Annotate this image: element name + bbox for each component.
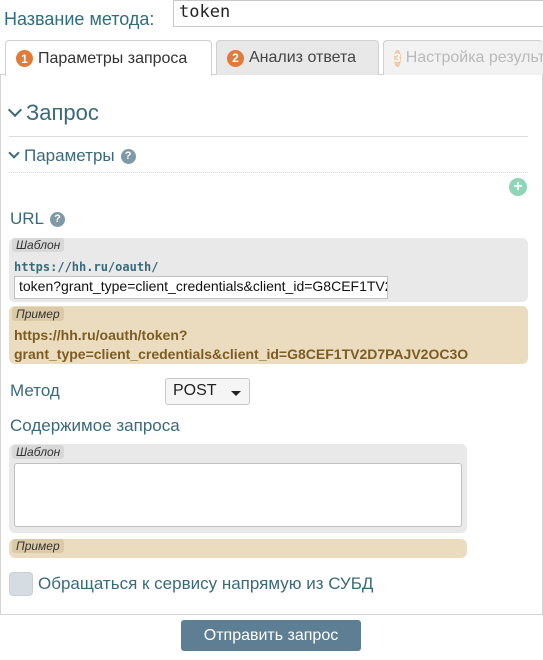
params-section-title: Параметры (24, 146, 115, 165)
add-parameter-button[interactable]: + (509, 178, 527, 196)
method-name-label: Название метода: (4, 8, 155, 29)
template-label: Шаблон (12, 238, 65, 252)
example-label: Пример (12, 539, 64, 553)
tab-label: Настройка результатов (405, 49, 543, 66)
chevron-down-icon (8, 147, 20, 159)
tab-response-analysis[interactable]: 2 Анализ ответа (216, 40, 379, 75)
direct-call-row[interactable]: Обращаться к сервису напрямую из СУБД (9, 572, 373, 596)
method-name-row: Название метода: (4, 5, 160, 33)
direct-call-label: Обращаться к сервису напрямую из СУБД (38, 574, 374, 593)
step-number-badge: 3 (394, 49, 401, 67)
divider (9, 172, 528, 173)
url-label: URL (10, 209, 45, 228)
http-method-select[interactable]: POST (165, 378, 250, 405)
help-icon[interactable]: ? (50, 211, 66, 227)
body-example-box (9, 539, 467, 558)
chevron-down-icon (7, 102, 23, 118)
tab-label: Анализ ответа (249, 49, 357, 66)
url-template-input[interactable]: token?grant_type=client_credentials&clie… (14, 276, 388, 299)
method-name-input[interactable]: token (173, 0, 543, 27)
http-method-value: POST (173, 382, 217, 399)
url-base: https://hh.ru/oauth/ (14, 260, 159, 274)
request-section-toggle[interactable]: Запрос (7, 100, 99, 126)
url-example-line: https://hh.ru/oauth/token? (14, 327, 188, 343)
tab-result-settings: 3 Настройка результатов (383, 40, 543, 75)
url-example-text: https://hh.ru/oauth/token? grant_type=cl… (14, 326, 543, 364)
example-label: Пример (12, 307, 64, 321)
step-number-badge: 2 (227, 49, 244, 67)
template-label: Шаблон (12, 445, 65, 459)
params-section-toggle[interactable]: Параметры ? (8, 146, 136, 166)
request-body-label: Содержимое запроса (10, 416, 180, 435)
tab-label: Параметры запроса (38, 49, 188, 67)
tab-bar: 1 Параметры запроса 2 Анализ ответа 3 На… (0, 38, 543, 76)
body-template-textarea[interactable] (14, 463, 462, 527)
step-number-badge: 1 (16, 50, 33, 67)
caret-down-icon (231, 391, 241, 396)
http-method-label: Метод (10, 381, 60, 400)
tab-request-params[interactable]: 1 Параметры запроса (5, 40, 212, 76)
direct-call-checkbox[interactable] (9, 572, 33, 596)
url-label-row: URL ? (10, 209, 66, 229)
divider (9, 136, 528, 137)
request-section-title: Запрос (26, 100, 99, 125)
send-request-button[interactable]: Отправить запрос (181, 620, 361, 651)
help-icon[interactable]: ? (120, 148, 136, 164)
url-example-line: grant_type=client_credentials&client_id=… (14, 346, 469, 362)
